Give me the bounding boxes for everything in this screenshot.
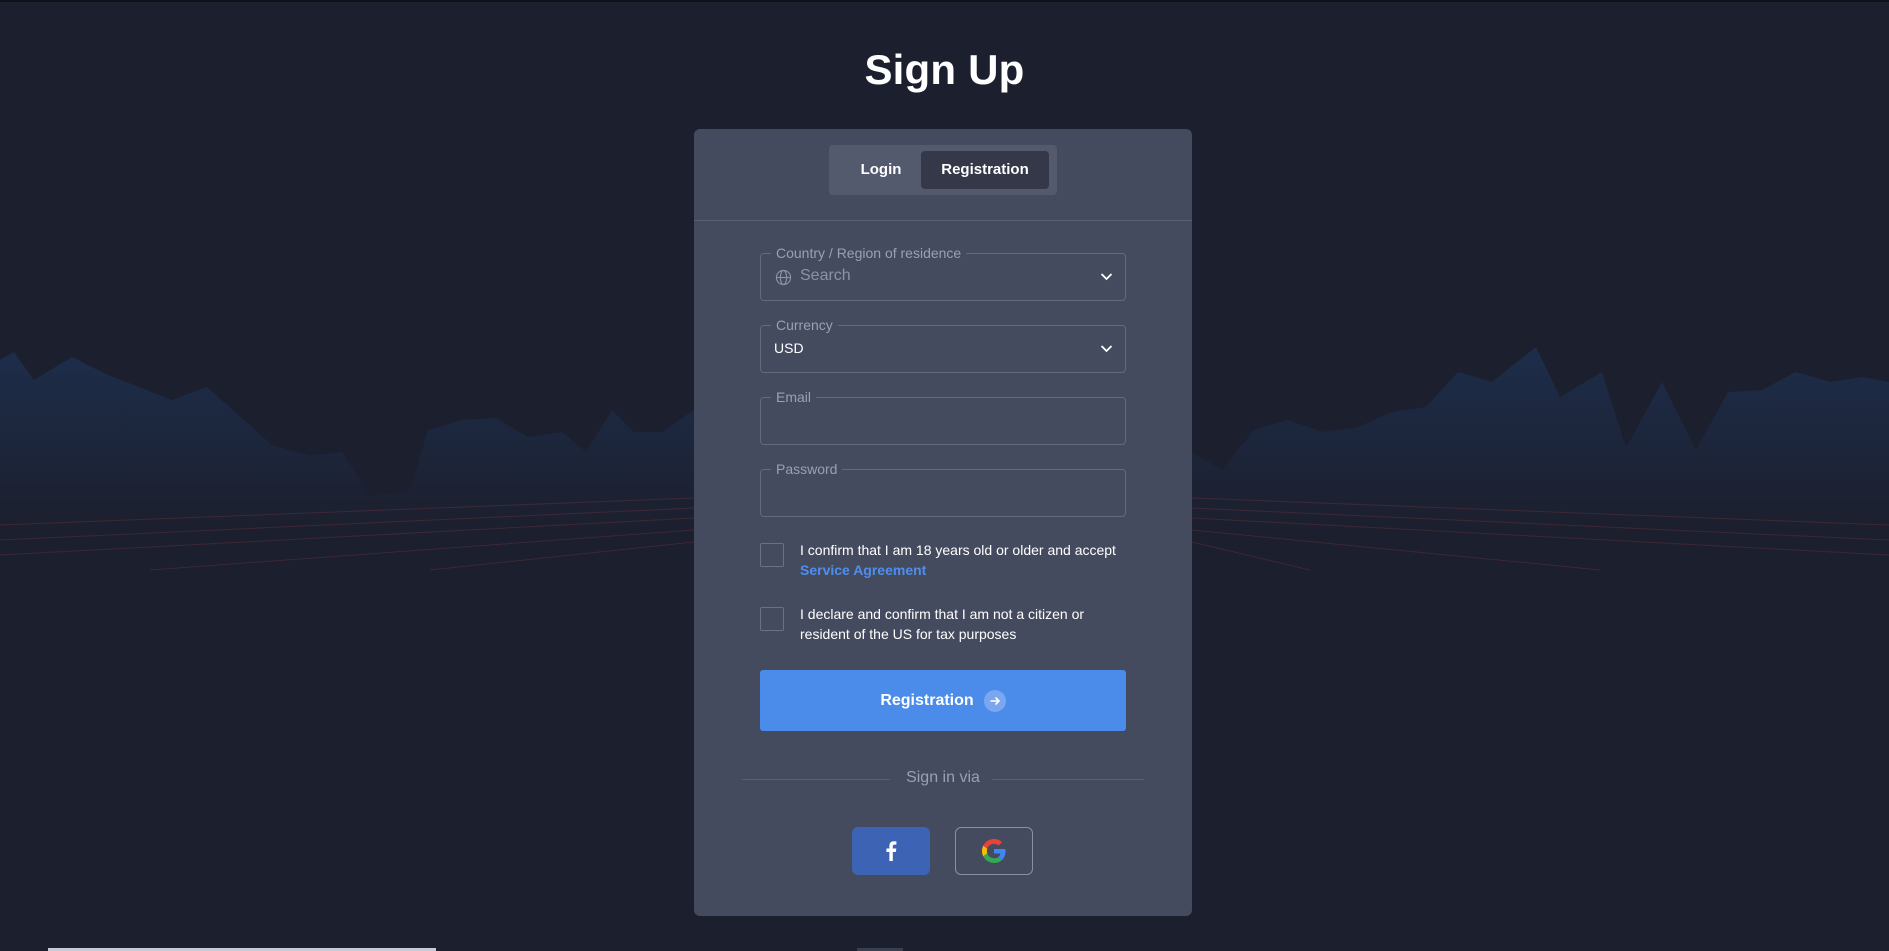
- tab-login[interactable]: Login: [835, 151, 927, 189]
- age-agreement-label: I confirm that I am 18 years old or olde…: [800, 542, 1116, 558]
- registration-button[interactable]: Registration: [760, 670, 1126, 731]
- mountain-left: [0, 352, 694, 530]
- email-field[interactable]: Email: [760, 388, 1126, 445]
- facebook-button[interactable]: [852, 827, 930, 875]
- page-title: Sign Up: [864, 46, 1025, 93]
- sign-in-via-text: Sign in via: [906, 769, 980, 786]
- tab-registration[interactable]: Registration: [921, 151, 1049, 189]
- password-field[interactable]: Password: [760, 460, 1126, 517]
- facebook-icon: [886, 841, 897, 861]
- globe-icon: [775, 269, 792, 286]
- auth-tabs: Login Registration: [829, 145, 1057, 195]
- country-label: Country / Region of residence: [771, 244, 967, 262]
- password-label: Password: [771, 460, 843, 478]
- tax-agreement-checkbox[interactable]: [760, 607, 784, 631]
- currency-label: Currency: [771, 316, 838, 334]
- chevron-down-icon[interactable]: [1100, 344, 1113, 353]
- country-select[interactable]: Country / Region of residence Search: [760, 244, 1126, 301]
- divider-line-right: [992, 779, 1144, 780]
- age-agreement-text: I confirm that I am 18 years old or olde…: [800, 540, 1134, 580]
- country-placeholder: Search: [800, 267, 851, 284]
- currency-select[interactable]: Currency USD: [760, 316, 1126, 373]
- service-agreement-link[interactable]: Service Agreement: [800, 560, 1134, 580]
- registration-button-label: Registration: [880, 691, 974, 709]
- google-icon: [982, 839, 1006, 863]
- chevron-down-icon[interactable]: [1100, 272, 1113, 281]
- tax-agreement-label: I declare and confirm that I am not a ci…: [800, 606, 1085, 642]
- top-border: [0, 0, 1889, 2]
- age-agreement-checkbox[interactable]: [760, 543, 784, 567]
- arrow-right-icon: [983, 689, 1006, 712]
- currency-value: USD: [774, 340, 804, 356]
- google-button[interactable]: [955, 827, 1033, 875]
- email-label: Email: [771, 388, 817, 406]
- card-divider: [694, 220, 1192, 221]
- signup-card: Login Registration Country / Region of r…: [694, 129, 1192, 916]
